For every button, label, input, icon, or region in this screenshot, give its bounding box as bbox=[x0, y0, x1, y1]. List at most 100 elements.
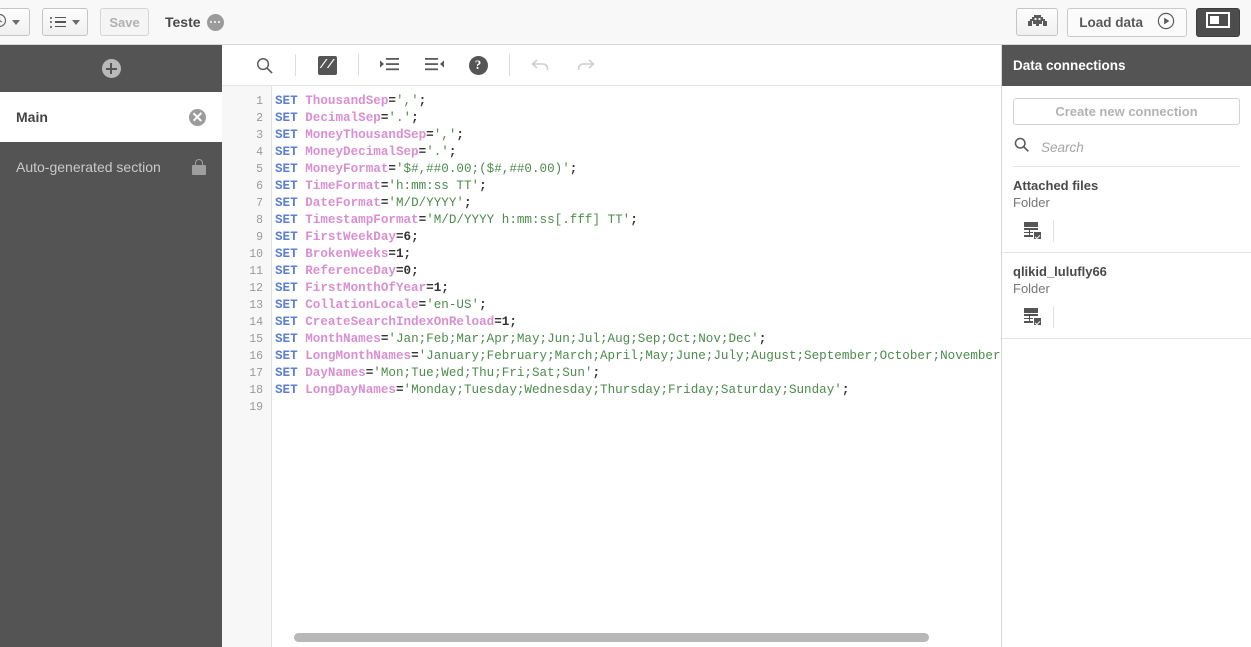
debug-icon bbox=[1027, 14, 1047, 31]
data-connections-title: Data connections bbox=[1002, 45, 1251, 86]
action-divider bbox=[1053, 220, 1054, 242]
code-line[interactable]: SET LongDayNames='Monday;Tuesday;Wednesd… bbox=[273, 382, 1001, 399]
code-token-v: MoneyDecimalSep bbox=[305, 145, 419, 159]
code-token-pn: 0 bbox=[403, 264, 412, 278]
top-toolbar-right: Load data bbox=[1016, 0, 1251, 44]
toolbar-divider bbox=[358, 54, 359, 76]
toggle-right-panel-button[interactable] bbox=[1196, 7, 1240, 37]
panel-toggle-icon bbox=[1206, 11, 1230, 33]
line-number: 7 bbox=[256, 197, 263, 210]
code-line[interactable]: SET MonthNames='Jan;Feb;Mar;Apr;May;Jun;… bbox=[273, 331, 1001, 348]
code-token-v: MonthNames bbox=[305, 332, 381, 346]
horizontal-scrollbar[interactable] bbox=[273, 628, 1001, 647]
code-line[interactable]: SET DayNames='Mon;Tue;Wed;Thu;Fri;Sat;Su… bbox=[273, 365, 1001, 382]
code-line[interactable]: SET FirstWeekDay=6; bbox=[273, 229, 1001, 246]
code-line[interactable] bbox=[273, 399, 1001, 416]
sidebar-item-auto-generated-section[interactable]: Auto-generated section bbox=[0, 142, 222, 192]
debug-button[interactable] bbox=[1016, 8, 1059, 36]
code-line[interactable]: SET ThousandSep=','; bbox=[273, 93, 1001, 110]
code-line[interactable]: SET TimeFormat='h:mm:ss TT'; bbox=[273, 178, 1001, 195]
code-token-s: '$#,##0.00;($#,##0.00)' bbox=[395, 162, 570, 176]
code-token-s: 'Monday;Tuesday;Wednesday;Thursday;Frida… bbox=[403, 383, 842, 397]
code-area[interactable]: 1 2 3 4 5 6 7 8 9 10 11 12 13 14 15 16 17 18 19 SET Thousa… bbox=[222, 86, 1001, 647]
code-token-v: DecimalSep bbox=[305, 111, 381, 125]
redo-icon[interactable] bbox=[563, 45, 607, 86]
code-token-v: CollationLocale bbox=[305, 298, 419, 312]
code-token-v: MoneyThousandSep bbox=[305, 128, 427, 142]
code-token-s: 'Mon;Tue;Wed;Thu;Fri;Sat;Sun' bbox=[373, 366, 593, 380]
qlik-data-load-editor: Save Teste Load data Main Auto-generated… bbox=[0, 0, 1251, 647]
load-data-button[interactable]: Load data bbox=[1067, 7, 1187, 37]
code-token-op: = bbox=[388, 94, 396, 108]
chevron-down-icon bbox=[12, 19, 20, 25]
navigation-dropdown-button[interactable] bbox=[0, 8, 30, 36]
line-number: 14 bbox=[249, 316, 263, 329]
code-line[interactable]: SET CollationLocale='en-US'; bbox=[273, 297, 1001, 314]
editor-toolbar: // ? bbox=[222, 45, 1001, 86]
code-token-op: ; bbox=[441, 281, 449, 295]
code-token-op: = bbox=[395, 230, 404, 244]
delete-section-icon[interactable] bbox=[189, 108, 206, 126]
chevron-down-icon bbox=[71, 19, 80, 25]
code-token-v: ReferenceDay bbox=[305, 264, 396, 278]
code-token-k: SET bbox=[275, 230, 298, 244]
code-token-op: = bbox=[395, 264, 404, 278]
select-data-button[interactable] bbox=[1013, 302, 1053, 332]
code-token-k: SET bbox=[275, 247, 298, 261]
code-line[interactable]: SET MoneyDecimalSep='.'; bbox=[273, 144, 1001, 161]
code-token-op: ; bbox=[411, 111, 419, 125]
sidebar-item-label: Auto-generated section bbox=[16, 159, 161, 175]
line-number: 19 bbox=[249, 401, 263, 414]
code-line[interactable]: SET TimestampFormat='M/D/YYYY h:mm:ss[.f… bbox=[273, 212, 1001, 229]
indent-increase-icon[interactable] bbox=[368, 45, 412, 86]
comment-icon[interactable]: // bbox=[305, 45, 349, 86]
add-section-button[interactable] bbox=[0, 45, 222, 92]
line-number: 11 bbox=[249, 265, 263, 278]
code-token-op: ; bbox=[418, 94, 427, 108]
code-line[interactable]: SET FirstMonthOfYear=1; bbox=[273, 280, 1001, 297]
more-options-icon[interactable] bbox=[206, 13, 224, 31]
line-number: 18 bbox=[249, 384, 263, 397]
code-line[interactable]: SET DateFormat='M/D/YYYY'; bbox=[273, 195, 1001, 212]
code-token-k: SET bbox=[275, 332, 298, 346]
code-token-op: = bbox=[395, 383, 404, 397]
code-line[interactable]: SET LongMonthNames='January;February;Mar… bbox=[273, 348, 1001, 365]
code-token-k: SET bbox=[275, 162, 298, 176]
code-token-op: ; bbox=[841, 383, 850, 397]
code-token-op: ; bbox=[411, 230, 419, 244]
code-line[interactable]: SET ReferenceDay=0; bbox=[273, 263, 1001, 280]
horizontal-scrollbar-thumb[interactable] bbox=[294, 633, 929, 642]
indent-decrease-icon[interactable] bbox=[412, 45, 456, 86]
code-token-op: = bbox=[426, 281, 434, 295]
code-token-v: ThousandSep bbox=[305, 94, 389, 108]
undo-icon[interactable] bbox=[519, 45, 563, 86]
search-icon[interactable] bbox=[242, 45, 286, 86]
code-line[interactable]: SET CreateSearchIndexOnReload=1; bbox=[273, 314, 1001, 331]
code-token-op: ; bbox=[403, 247, 412, 261]
sections-sidebar: Main Auto-generated section bbox=[0, 45, 222, 647]
save-button[interactable]: Save bbox=[100, 8, 149, 36]
script-editor: // ? 1 2 3 4 5 6 7 8 9 10 11 12 13 14 15… bbox=[222, 45, 1002, 647]
select-data-button[interactable] bbox=[1013, 216, 1053, 246]
code-line[interactable]: SET BrokenWeeks=1; bbox=[273, 246, 1001, 263]
connection-search-row[interactable]: Search bbox=[1013, 132, 1240, 167]
code-token-op: = bbox=[426, 128, 434, 142]
line-number: 4 bbox=[256, 146, 263, 159]
code-content[interactable]: SET ThousandSep=','; SET DecimalSep='.'; S… bbox=[273, 86, 1001, 647]
code-token-op: ; bbox=[509, 315, 517, 329]
line-number: 13 bbox=[249, 299, 263, 312]
connection-item[interactable]: Attached files Folder bbox=[1002, 167, 1251, 253]
code-token-s: ',' bbox=[433, 128, 457, 142]
sheet-list-dropdown-button[interactable] bbox=[42, 8, 88, 36]
search-input[interactable]: Search bbox=[1041, 140, 1084, 155]
code-line[interactable]: SET MoneyThousandSep=','; bbox=[273, 127, 1001, 144]
sidebar-item-main[interactable]: Main bbox=[0, 92, 222, 142]
help-icon[interactable]: ? bbox=[456, 45, 500, 86]
create-new-connection-button[interactable]: Create new connection bbox=[1013, 98, 1240, 125]
sidebar-item-label: Main bbox=[16, 109, 48, 125]
code-token-k: SET bbox=[275, 264, 298, 278]
code-token-s: 'M/D/YYYY h:mm:ss[.fff] TT' bbox=[426, 213, 631, 227]
connection-item[interactable]: qlikid_lulufly66 Folder bbox=[1002, 253, 1251, 339]
code-line[interactable]: SET MoneyFormat='$#,##0.00;($#,##0.00)'; bbox=[273, 161, 1001, 178]
code-line[interactable]: SET DecimalSep='.'; bbox=[273, 110, 1001, 127]
